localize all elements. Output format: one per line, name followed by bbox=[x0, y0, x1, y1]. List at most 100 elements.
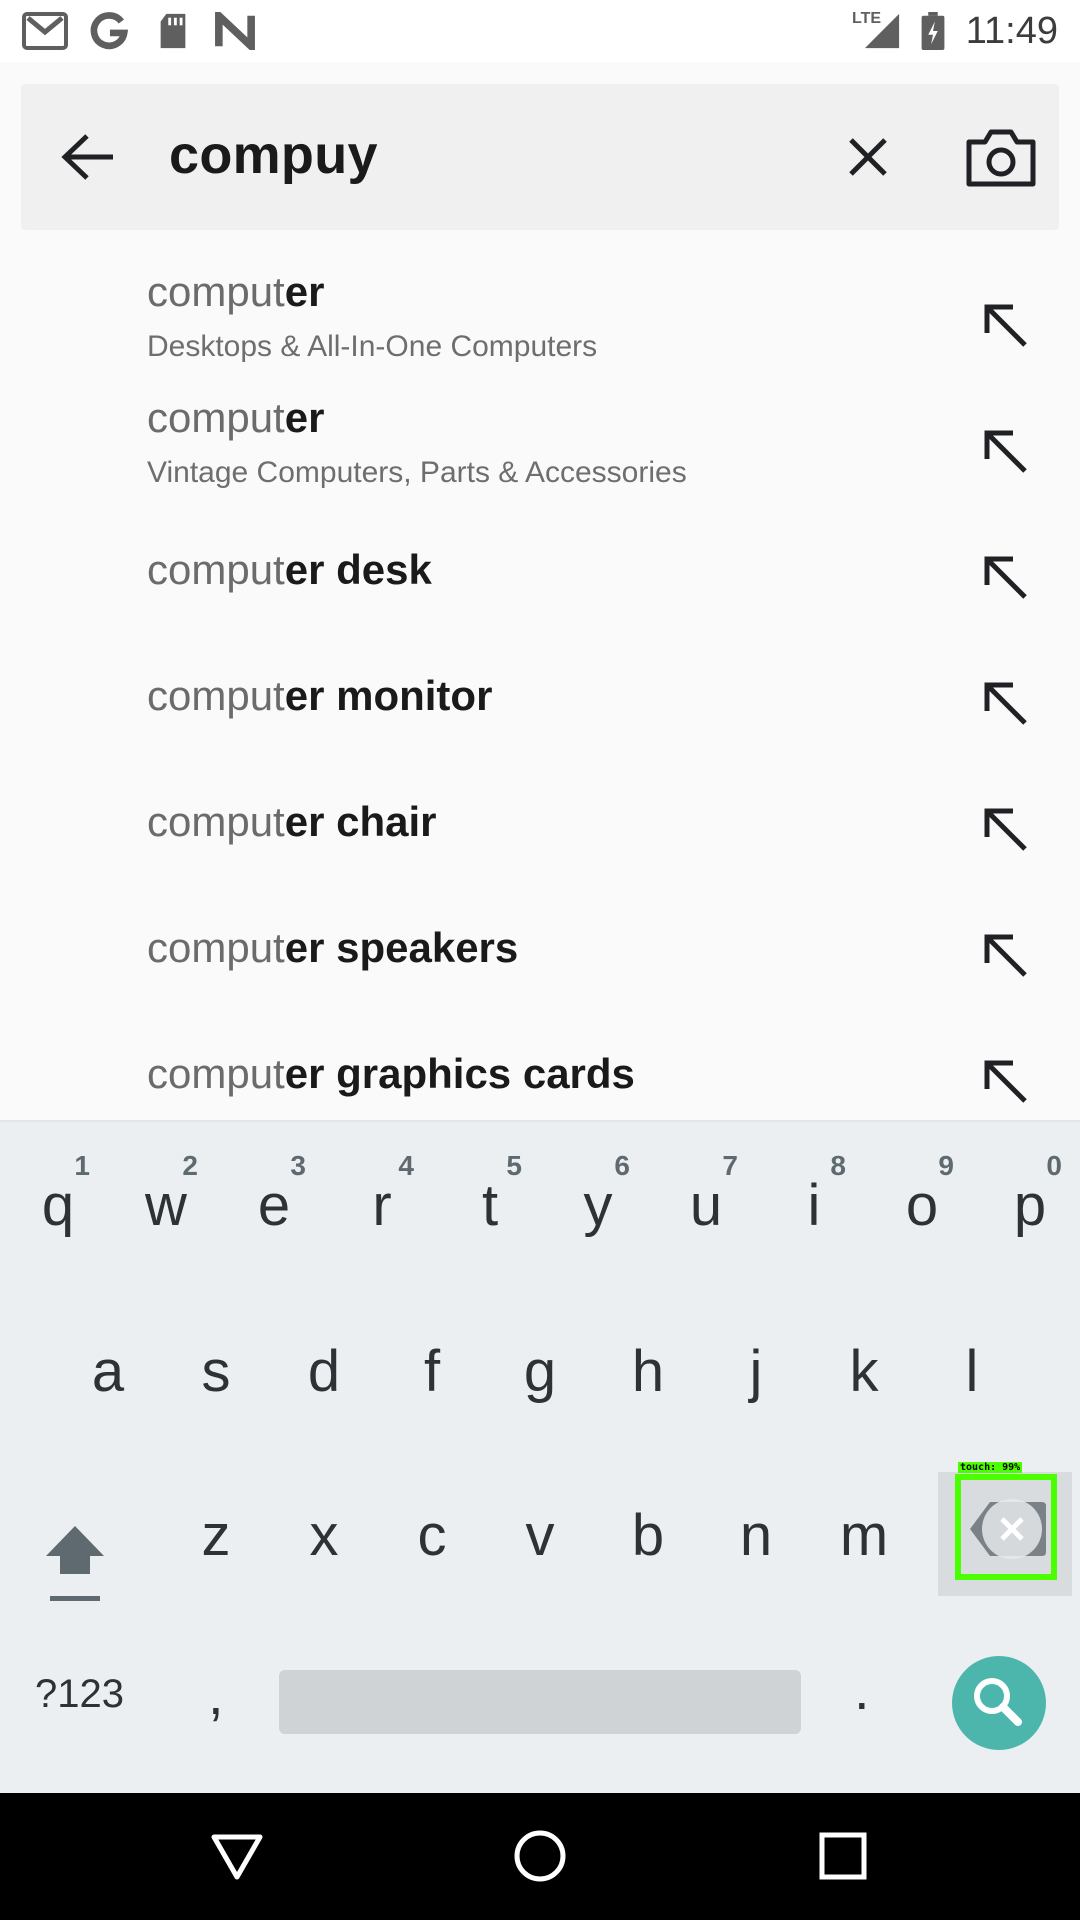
soft-keyboard: q1w2e3r4t5y6u7i8o9p0 asdfghjkl zxcvbnm t… bbox=[0, 1120, 1080, 1793]
fill-query-arrow-icon[interactable] bbox=[975, 925, 1035, 985]
suggestion-item[interactable]: computer desk bbox=[0, 502, 1080, 628]
fill-query-arrow-icon[interactable] bbox=[975, 1051, 1035, 1111]
fill-query-arrow-icon[interactable] bbox=[975, 799, 1035, 859]
key-z[interactable]: z bbox=[162, 1502, 270, 1569]
touch-confidence-label: touch: 99% bbox=[958, 1462, 1023, 1473]
key-b[interactable]: b bbox=[594, 1502, 702, 1569]
key-a[interactable]: a bbox=[54, 1338, 162, 1405]
shift-key-icon[interactable] bbox=[40, 1512, 110, 1612]
suggestion-category: Desktops & All-In-One Computers bbox=[147, 330, 598, 363]
suggestion-item[interactable]: computer Vintage Computers, Parts & Acce… bbox=[0, 376, 1080, 502]
fill-query-arrow-icon[interactable] bbox=[975, 295, 1035, 355]
key-d[interactable]: d bbox=[270, 1338, 378, 1405]
close-icon[interactable] bbox=[833, 122, 903, 192]
status-bar: LTE 11:49 bbox=[0, 0, 1080, 62]
back-nav-icon[interactable] bbox=[202, 1821, 272, 1891]
key-f[interactable]: f bbox=[378, 1338, 486, 1405]
key-x[interactable]: x bbox=[270, 1502, 378, 1569]
suggestion-completion-text: er bbox=[284, 394, 325, 441]
key-p[interactable]: p0 bbox=[976, 1150, 1080, 1239]
suggestion-match-text: comput bbox=[147, 546, 285, 593]
search-icon bbox=[974, 1678, 1022, 1726]
fill-query-arrow-icon[interactable] bbox=[975, 673, 1035, 733]
clock: 11:49 bbox=[965, 10, 1058, 52]
key-i[interactable]: i8 bbox=[760, 1150, 868, 1239]
key-label: u bbox=[689, 1173, 723, 1238]
key-label: e bbox=[257, 1173, 291, 1238]
key-hint-label: 5 bbox=[506, 1150, 522, 1181]
google-icon bbox=[90, 12, 129, 50]
suggestion-title: computer chair bbox=[147, 798, 437, 846]
suggestion-match-text: comput bbox=[147, 1050, 285, 1097]
key-u[interactable]: u7 bbox=[652, 1150, 760, 1239]
suggestion-completion-text: er chair bbox=[284, 798, 437, 845]
key-y[interactable]: y6 bbox=[544, 1150, 652, 1239]
key-j[interactable]: j bbox=[702, 1338, 810, 1405]
suggestion-completion-text: er bbox=[284, 268, 325, 315]
key-hint-label: 3 bbox=[290, 1150, 306, 1181]
key-t[interactable]: t5 bbox=[436, 1150, 544, 1239]
key-hint-label: 4 bbox=[398, 1150, 414, 1181]
camera-icon[interactable] bbox=[961, 118, 1041, 198]
key-label: p bbox=[1013, 1173, 1047, 1238]
key-label: q bbox=[41, 1173, 75, 1238]
navigation-bar bbox=[0, 1793, 1080, 1920]
symbols-key[interactable]: ?123 bbox=[35, 1672, 124, 1717]
period-key[interactable]: . bbox=[854, 1657, 870, 1722]
n-icon bbox=[215, 12, 255, 50]
suggestion-item[interactable]: computer chair bbox=[0, 754, 1080, 880]
key-o[interactable]: o9 bbox=[868, 1150, 976, 1239]
suggestion-item[interactable]: computer monitor bbox=[0, 628, 1080, 754]
search-key[interactable] bbox=[952, 1656, 1046, 1750]
search-bar: compuy bbox=[21, 84, 1059, 230]
key-hint-label: 2 bbox=[182, 1150, 198, 1181]
suggestion-category: Vintage Computers, Parts & Accessories bbox=[147, 456, 687, 489]
suggestion-item[interactable]: computer graphics cards bbox=[0, 1006, 1080, 1132]
suggestion-item[interactable]: computer Desktops & All-In-One Computers bbox=[0, 250, 1080, 376]
suggestion-match-text: comput bbox=[147, 672, 285, 719]
fill-query-arrow-icon[interactable] bbox=[975, 547, 1035, 607]
key-c[interactable]: c bbox=[378, 1502, 486, 1569]
key-hint-label: 0 bbox=[1046, 1150, 1062, 1181]
space-bar[interactable] bbox=[279, 1670, 801, 1734]
search-input[interactable]: compuy bbox=[169, 124, 378, 186]
key-hint-label: 9 bbox=[938, 1150, 954, 1181]
key-m[interactable]: m bbox=[810, 1502, 918, 1569]
fill-query-arrow-icon[interactable] bbox=[975, 421, 1035, 481]
key-label: o bbox=[905, 1173, 939, 1238]
key-g[interactable]: g bbox=[486, 1338, 594, 1405]
suggestion-completion-text: er desk bbox=[284, 546, 432, 593]
suggestion-match-text: comput bbox=[147, 268, 285, 315]
key-hint-label: 6 bbox=[614, 1150, 630, 1181]
key-hint-label: 8 bbox=[830, 1150, 846, 1181]
suggestion-title: computer speakers bbox=[147, 924, 518, 972]
key-q[interactable]: q1 bbox=[4, 1150, 112, 1239]
key-hint-label: 7 bbox=[722, 1150, 738, 1181]
battery-charging-icon bbox=[921, 12, 945, 50]
suggestion-title: computer bbox=[147, 268, 324, 316]
key-k[interactable]: k bbox=[810, 1338, 918, 1405]
suggestion-item[interactable]: computer speakers bbox=[0, 880, 1080, 1006]
key-n[interactable]: n bbox=[702, 1502, 810, 1569]
key-s[interactable]: s bbox=[162, 1338, 270, 1405]
suggestion-title: computer bbox=[147, 394, 324, 442]
touch-highlight-box bbox=[955, 1474, 1057, 1580]
key-e[interactable]: e3 bbox=[220, 1150, 328, 1239]
sd-card-icon bbox=[160, 13, 186, 49]
arrow-back-icon[interactable] bbox=[53, 122, 123, 192]
key-h[interactable]: h bbox=[594, 1338, 702, 1405]
recents-nav-icon[interactable] bbox=[808, 1821, 878, 1891]
key-label: w bbox=[145, 1173, 187, 1238]
comma-key[interactable]: , bbox=[208, 1662, 224, 1727]
gmail-icon bbox=[22, 12, 68, 50]
suggestion-completion-text: er monitor bbox=[284, 672, 493, 719]
key-v[interactable]: v bbox=[486, 1502, 594, 1569]
key-w[interactable]: w2 bbox=[112, 1150, 220, 1239]
home-nav-icon[interactable] bbox=[505, 1821, 575, 1891]
suggestion-completion-text: er speakers bbox=[284, 924, 519, 971]
suggestion-completion-text: er graphics cards bbox=[284, 1050, 635, 1097]
key-label: t bbox=[481, 1173, 499, 1238]
key-r[interactable]: r4 bbox=[328, 1150, 436, 1239]
suggestion-list: computer Desktops & All-In-One Computers… bbox=[0, 250, 1080, 1132]
key-l[interactable]: l bbox=[918, 1338, 1026, 1405]
